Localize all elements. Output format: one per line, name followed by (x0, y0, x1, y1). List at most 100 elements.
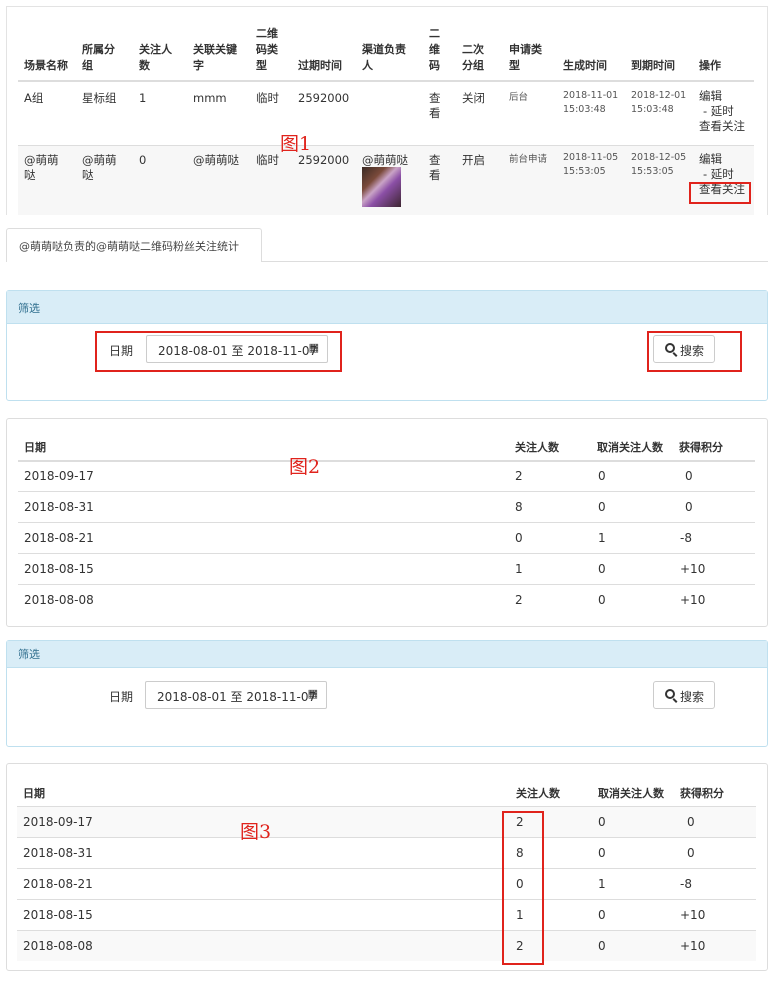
filter-panel-1-title: 筛选 (18, 302, 40, 315)
header-actions: 操作 (699, 59, 721, 72)
stats2-header-date: 日期 (23, 787, 45, 800)
row1-due: 2018-12-01 15:03:48 (631, 90, 687, 115)
annotation-fig2: 图2 (289, 456, 321, 478)
header-scene-name: 场景名称 (24, 59, 68, 72)
header-apply-type: 申请类型 (509, 43, 542, 72)
stats2-row5-follows: 2 (516, 939, 524, 953)
filter1-search-button[interactable]: 搜索 (653, 335, 715, 363)
row1-view-follows-link[interactable]: 查看关注 (699, 119, 745, 134)
stats1-row5-follows: 2 (515, 593, 523, 607)
stats2-row5-points: +10 (680, 939, 706, 953)
row1-extend-link[interactable]: - 延时 (699, 104, 745, 119)
row2-keyword: @萌萌哒 (193, 153, 239, 167)
filter2-search-label: 搜索 (680, 690, 705, 704)
stats2-row2-follows: 8 (516, 846, 524, 860)
owner-avatar (362, 167, 401, 207)
header-group: 所属分组 (82, 43, 115, 72)
stats1-row5-points: +10 (680, 593, 706, 607)
stats2-row5-unfollows: 0 (598, 939, 606, 953)
stats2-row1-date: 2018-09-17 (23, 815, 93, 829)
filter-panel-1-head: 筛选 (7, 291, 767, 324)
filter1-date-label: 日期 (109, 344, 134, 358)
tab-follow-stats[interactable]: @萌萌哒负责的@萌萌哒二维码粉丝关注统计 (6, 228, 262, 262)
filter2-date-range-input[interactable]: 2018-08-01 至 2018-11-07 ▦ (145, 681, 327, 709)
stats2-row2-unfollows: 0 (598, 846, 606, 860)
stats2-row1-unfollows: 0 (598, 815, 606, 829)
stats2-row3-date: 2018-08-21 (23, 877, 93, 891)
filter2-search-button[interactable]: 搜索 (653, 681, 715, 709)
stats1-row1-follows: 2 (515, 469, 523, 483)
stats1-row4-points: +10 (680, 562, 706, 576)
annotation-fig3: 图3 (240, 821, 272, 843)
header-owner: 渠道负责人 (362, 43, 406, 72)
row2-actions: 编辑 - 延时 查看关注 (699, 152, 745, 197)
row2-edit-link[interactable]: 编辑 (699, 152, 745, 167)
filter2-date-label: 日期 (109, 690, 134, 704)
annotation-fig1: 图1 (280, 133, 312, 155)
scene-table-section: 场景名称 所属分组 关注人数 关联关键字 二维 码类型 过期时间 渠道负责人 二维… (0, 0, 774, 215)
stats2-row4-points: +10 (680, 908, 706, 922)
stats2-header-follows: 关注人数 (516, 787, 560, 800)
stats1-row4-date: 2018-08-15 (24, 562, 94, 576)
stats2-row3-points: -8 (680, 877, 692, 891)
stats1-header-points: 获得积分 (679, 441, 723, 454)
stats2-row1-follows: 2 (516, 815, 524, 829)
filter-panel-2-head: 筛选 (7, 641, 767, 668)
stats2-row5-date: 2018-08-08 (23, 939, 93, 953)
stats1-row2-points: 0 (685, 500, 693, 514)
header-divider (18, 80, 754, 82)
row1-view-qrcode-link[interactable]: 查看 (429, 91, 441, 121)
stats2-row2-date: 2018-08-31 (23, 846, 93, 860)
header-expire: 过期时间 (298, 59, 342, 72)
row2-owner: @萌萌哒 (362, 153, 408, 167)
stats2-row2-points: 0 (687, 846, 695, 860)
stats1-row-divider (18, 584, 755, 585)
row2-view-qrcode-link[interactable]: 查看 (429, 153, 441, 183)
row1-keyword: mmm (193, 91, 227, 105)
filter1-date-range-value: 2018-08-01 至 2018-11-07 (158, 344, 318, 358)
row2-extend-link[interactable]: - 延时 (699, 167, 745, 182)
stats1-row1-date: 2018-09-17 (24, 469, 94, 483)
stats1-row5-unfollows: 0 (598, 593, 606, 607)
search-icon (665, 689, 675, 699)
row2-due: 2018-12-05 15:53:05 (631, 152, 687, 177)
stats2-row-divider (17, 899, 756, 900)
row1-followers: 1 (139, 91, 147, 105)
stats2-row3-unfollows: 1 (598, 877, 606, 891)
stats1-row3-unfollows: 1 (598, 531, 606, 545)
stats2-row1-points: 0 (687, 815, 695, 829)
row1-edit-link[interactable]: 编辑 (699, 89, 745, 104)
row1-subgroup: 关闭 (462, 91, 485, 105)
filter1-date-range-input[interactable]: 2018-08-01 至 2018-11-07 ▦ (146, 335, 328, 363)
stats1-row4-unfollows: 0 (598, 562, 606, 576)
stats1-row3-date: 2018-08-21 (24, 531, 94, 545)
stats2-row-divider (17, 868, 756, 869)
calendar-icon: ▦ (307, 687, 318, 700)
stats2-header-points: 获得积分 (680, 787, 724, 800)
stats1-row2-unfollows: 0 (598, 500, 606, 514)
row2-view-follows-link[interactable]: 查看关注 (699, 182, 745, 197)
stats2-header-unfollows: 取消关注人数 (598, 787, 664, 800)
stats2-row3-follows: 0 (516, 877, 524, 891)
stats1-row-divider (18, 491, 755, 492)
stats2-row4-follows: 1 (516, 908, 524, 922)
tab-baseline (262, 261, 768, 262)
filter-panel-2-title: 筛选 (18, 648, 40, 661)
row1-actions: 编辑 - 延时 查看关注 (699, 89, 745, 134)
row1-expire: 2592000 (298, 91, 350, 105)
header-qrcode: 二维码 (429, 27, 440, 72)
row2-qr-type: 临时 (256, 153, 279, 167)
header-created: 生成时间 (563, 59, 607, 72)
stats1-row5-date: 2018-08-08 (24, 593, 94, 607)
stats1-header-date: 日期 (24, 441, 46, 454)
calendar-icon: ▦ (308, 341, 319, 354)
stats1-row2-date: 2018-08-31 (24, 500, 94, 514)
stats1-row4-follows: 1 (515, 562, 523, 576)
row2-apply-type: 前台申请 (509, 154, 548, 165)
row1-scene-name: A组 (24, 91, 44, 105)
stats1-row2-follows: 8 (515, 500, 523, 514)
tab-label: @萌萌哒负责的@萌萌哒二维码粉丝关注统计 (19, 240, 239, 253)
stats1-row-divider (18, 553, 755, 554)
header-followers: 关注人数 (139, 43, 172, 72)
stats1-row3-follows: 0 (515, 531, 523, 545)
